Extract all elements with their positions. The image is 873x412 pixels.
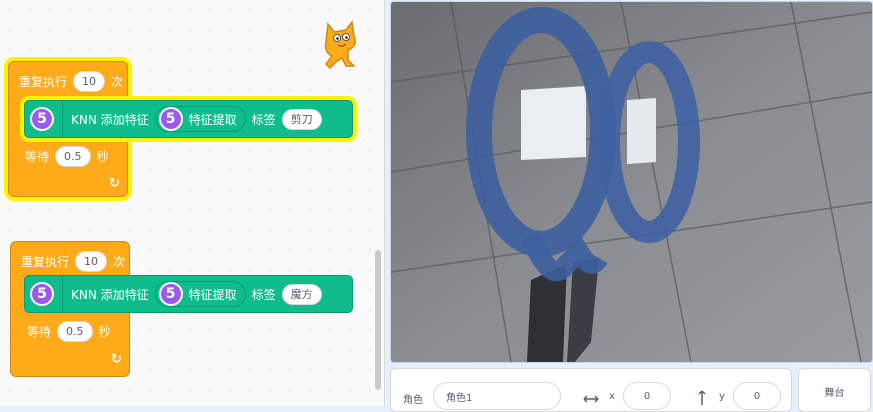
repeat-label: 重复执行	[21, 255, 70, 269]
ml-extension-icon: 5	[158, 107, 183, 131]
feature-extract-label: 特征提取	[188, 287, 237, 302]
stage-canvas[interactable]	[390, 1, 873, 363]
wait-seconds-input[interactable]: 0.5	[55, 146, 91, 167]
tag-input[interactable]: 剪刀	[281, 108, 322, 130]
wait-seconds-input[interactable]: 0.5	[57, 321, 93, 342]
feature-extract-label: 特征提取	[188, 112, 237, 127]
sprite-name-label: 角色	[403, 395, 423, 406]
wait-unit-label: 秒	[96, 150, 109, 164]
horizontal-arrows-icon	[583, 395, 599, 403]
scratch-cat-icon	[324, 20, 356, 70]
knn-add-feature-label: KNN 添加特征	[71, 287, 149, 302]
wait-label: 等待	[25, 150, 50, 164]
knn-add-feature-block[interactable]: 5 KNN 添加特征 5 特征提取 标签 魔方	[24, 275, 353, 313]
feature-extract-reporter[interactable]: 5 特征提取	[154, 281, 246, 307]
script-stack-1[interactable]: 重复执行 10 次 等待 0.5 秒 ↻ 5 KNN 添加特征 5 特征提取 标…	[8, 61, 353, 197]
repeat-count-input[interactable]: 10	[75, 251, 108, 272]
wait-unit-label: 秒	[98, 325, 111, 339]
wait-label: 等待	[27, 325, 52, 339]
feature-extract-reporter[interactable]: 5 特征提取	[154, 106, 246, 132]
wait-block[interactable]: 等待 0.5 秒	[25, 146, 109, 167]
script-stack-2[interactable]: 重复执行 10 次 等待 0.5 秒 ↻ 5 KNN 添加特征 5 特征提取 标…	[10, 241, 353, 377]
extension-separator	[62, 101, 63, 137]
y-value: 0	[753, 390, 761, 402]
extension-separator	[62, 276, 63, 312]
x-label: x	[609, 391, 615, 402]
ml-extension-icon: 5	[30, 107, 54, 131]
ml-extension-icon: 5	[158, 282, 183, 306]
tag-label: 标签	[251, 287, 276, 302]
knn-add-feature-block[interactable]: 5 KNN 添加特征 5 特征提取 标签 剪刀	[24, 100, 353, 138]
x-value: 0	[643, 390, 651, 402]
repeat-label: 重复执行	[19, 75, 68, 89]
camera-feed-image	[391, 2, 872, 362]
y-label: y	[719, 391, 725, 402]
repeat-unit-label: 次	[111, 75, 124, 89]
stage-selector-panel[interactable]: 舞台	[798, 368, 871, 412]
sprite-info-panel: 角色 角色1 x 0 y 0	[390, 368, 792, 412]
tag-label: 标签	[251, 112, 276, 127]
wait-block[interactable]: 等待 0.5 秒	[27, 321, 111, 342]
loop-arrow-icon: ↻	[111, 352, 122, 367]
code-area-scrollbar[interactable]	[375, 250, 381, 390]
vertical-arrows-icon	[698, 390, 706, 405]
sprite-name-value: 角色1	[446, 392, 473, 404]
stage-label: 舞台	[824, 388, 845, 399]
repeat-count-input[interactable]: 10	[73, 71, 106, 92]
loop-arrow-icon: ↻	[109, 176, 120, 191]
knn-add-feature-label: KNN 添加特征	[71, 112, 149, 127]
repeat-unit-label: 次	[113, 255, 126, 269]
tag-input[interactable]: 魔方	[281, 283, 322, 305]
code-area[interactable]: 重复执行 10 次 等待 0.5 秒 ↻ 5 KNN 添加特征 5 特征提取 标…	[0, 0, 385, 406]
ml-extension-icon: 5	[30, 282, 54, 306]
